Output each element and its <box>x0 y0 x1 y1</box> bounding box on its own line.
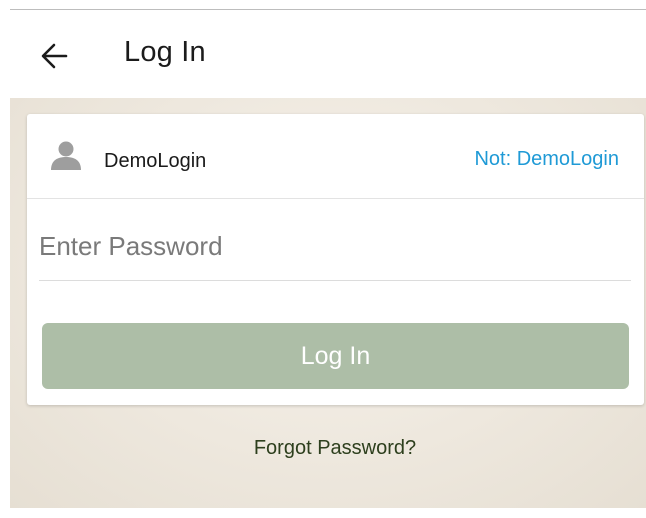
back-button[interactable] <box>36 40 76 72</box>
account-username: DemoLogin <box>104 150 207 172</box>
app-header: Log In <box>0 10 646 98</box>
not-user-link[interactable]: Not: DemoLogin <box>474 148 619 171</box>
password-input[interactable] <box>39 212 631 281</box>
login-button[interactable]: Log In <box>42 323 629 389</box>
arrow-left-icon <box>36 40 76 72</box>
account-row: DemoLogin Not: DemoLogin <box>27 114 644 199</box>
forgot-password-link[interactable]: Forgot Password? <box>0 437 646 460</box>
page-title: Log In <box>124 36 206 68</box>
login-card: DemoLogin Not: DemoLogin Log In <box>27 114 644 405</box>
person-icon <box>49 140 83 170</box>
